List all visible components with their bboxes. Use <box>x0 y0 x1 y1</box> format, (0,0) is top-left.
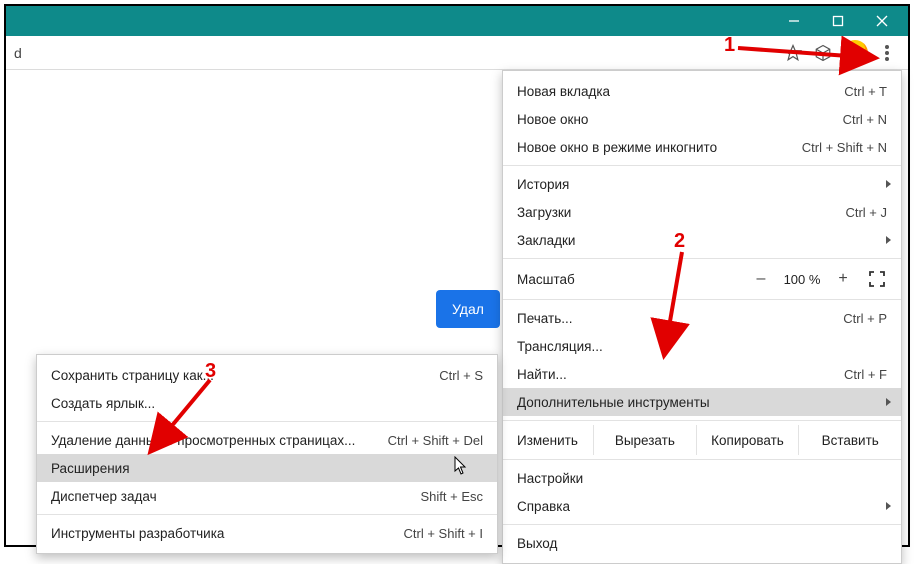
callout-1: 1 <box>724 34 735 57</box>
zoom-value: 100 % <box>775 272 829 287</box>
close-button[interactable] <box>860 6 904 36</box>
menu-zoom: Масштаб – 100 % + <box>503 263 901 295</box>
chevron-right-icon <box>886 502 891 510</box>
chevron-right-icon <box>886 180 891 188</box>
menu-incognito[interactable]: Новое окно в режиме инкогнитоCtrl + Shif… <box>503 133 901 161</box>
fullscreen-icon[interactable] <box>867 269 887 289</box>
submenu-task-manager[interactable]: Диспетчер задачShift + Esc <box>37 482 497 510</box>
menu-downloads[interactable]: ЗагрузкиCtrl + J <box>503 198 901 226</box>
main-menu: Новая вкладкаCtrl + T Новое окноCtrl + N… <box>502 70 902 564</box>
menu-bookmarks[interactable]: Закладки <box>503 226 901 254</box>
submenu-extensions[interactable]: Расширения <box>37 454 497 482</box>
star-icon[interactable] <box>780 40 806 66</box>
profile-avatar[interactable] <box>842 40 868 66</box>
menu-settings[interactable]: Настройки <box>503 464 901 492</box>
submenu-clear-data[interactable]: Удаление данных о просмотренных страница… <box>37 426 497 454</box>
maximize-button[interactable] <box>816 6 860 36</box>
window-titlebar <box>6 6 908 36</box>
menu-print[interactable]: Печать...Ctrl + P <box>503 304 901 332</box>
extensions-cube-icon[interactable] <box>810 40 836 66</box>
callout-3: 3 <box>205 360 216 383</box>
delete-button[interactable]: Удал <box>436 290 500 328</box>
chevron-right-icon <box>886 236 891 244</box>
cursor-icon <box>454 456 468 476</box>
toolbar: d <box>6 36 908 70</box>
menu-help[interactable]: Справка <box>503 492 901 520</box>
menu-find[interactable]: Найти...Ctrl + F <box>503 360 901 388</box>
minimize-button[interactable] <box>772 6 816 36</box>
address-bar[interactable]: d <box>6 39 776 67</box>
zoom-out-button[interactable]: – <box>747 270 775 288</box>
edit-copy-button[interactable]: Копировать <box>696 425 799 455</box>
menu-new-window[interactable]: Новое окноCtrl + N <box>503 105 901 133</box>
menu-cast[interactable]: Трансляция... <box>503 332 901 360</box>
callout-2: 2 <box>674 230 685 253</box>
more-tools-submenu: Сохранить страницу как...Ctrl + S Создат… <box>36 354 498 554</box>
menu-history[interactable]: История <box>503 170 901 198</box>
menu-new-tab[interactable]: Новая вкладкаCtrl + T <box>503 77 901 105</box>
edit-paste-button[interactable]: Вставить <box>798 425 901 455</box>
submenu-create-shortcut[interactable]: Создать ярлык... <box>37 389 497 417</box>
menu-edit-row: Изменить Вырезать Копировать Вставить <box>503 425 901 455</box>
zoom-in-button[interactable]: + <box>829 270 857 288</box>
edit-cut-button[interactable]: Вырезать <box>593 425 696 455</box>
submenu-save-page[interactable]: Сохранить страницу как...Ctrl + S <box>37 361 497 389</box>
submenu-dev-tools[interactable]: Инструменты разработчикаCtrl + Shift + I <box>37 519 497 547</box>
menu-more-tools[interactable]: Дополнительные инструменты <box>503 388 901 416</box>
chevron-right-icon <box>886 398 891 406</box>
kebab-menu-button[interactable] <box>872 38 902 68</box>
menu-exit[interactable]: Выход <box>503 529 901 557</box>
